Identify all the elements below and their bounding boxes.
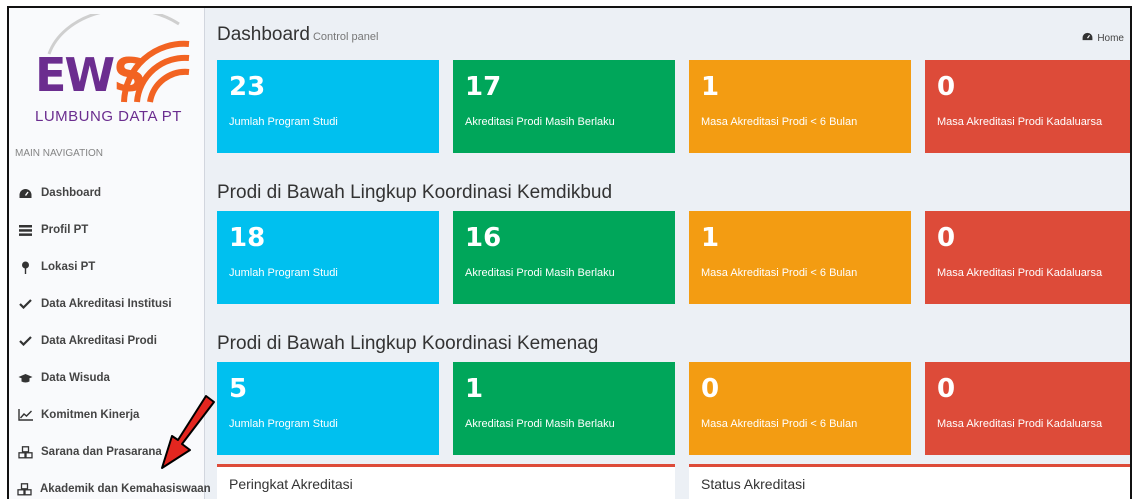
info-box-akreditasi-kadaluarsa: 0 Masa Akreditasi Prodi Kadaluarsa	[925, 211, 1130, 304]
check-icon	[17, 334, 33, 348]
sidebar-item-label: Sarana dan Prasarana	[41, 446, 162, 458]
annotation-arrow-icon	[161, 395, 215, 469]
info-box-akreditasi-berlaku: 16 Akreditasi Prodi Masih Berlaku	[453, 211, 675, 304]
main-content: Dashboard Control panel Home 23 Jumlah Pr…	[206, 8, 1130, 499]
map-marker-icon	[17, 260, 33, 274]
info-box-value: 1	[701, 223, 720, 253]
info-box-value: 1	[701, 72, 720, 102]
info-box-jumlah-program-studi: 5 Jumlah Program Studi	[217, 362, 439, 455]
info-box-value: 18	[229, 223, 266, 253]
info-box-akreditasi-berlaku: 1 Akreditasi Prodi Masih Berlaku	[453, 362, 675, 455]
info-box-akreditasi-kadaluarsa: 0 Masa Akreditasi Prodi Kadaluarsa	[925, 60, 1130, 153]
info-box-label: Masa Akreditasi Prodi < 6 Bulan	[701, 116, 858, 128]
info-box-value: 0	[937, 72, 956, 102]
info-box-label: Jumlah Program Studi	[229, 267, 338, 279]
info-box-value: 0	[937, 223, 956, 253]
sidebar-item-label: Dashboard	[41, 187, 102, 199]
list-icon	[17, 223, 33, 237]
sidebar-item-label: Data Akreditasi Institusi	[41, 298, 172, 310]
sidebar-item-dashboard[interactable]: Dashboard	[9, 176, 205, 210]
info-box-label: Masa Akreditasi Prodi Kadaluarsa	[937, 418, 1103, 430]
breadcrumb-home[interactable]: Home	[1097, 33, 1124, 44]
info-box-value: 0	[937, 374, 956, 404]
info-box-jumlah-program-studi: 18 Jumlah Program Studi	[217, 211, 439, 304]
logo-subtitle: LUMBUNG DATA PT	[35, 108, 182, 125]
section-title-kemdikbud: Prodi di Bawah Lingkup Koordinasi Kemdik…	[217, 182, 613, 203]
info-box-value: 17	[465, 72, 502, 102]
logo-text: EWS	[35, 48, 146, 102]
sidebar-item-data-akreditasi-prodi[interactable]: Data Akreditasi Prodi	[9, 324, 205, 358]
sidebar-item-label: Profil PT	[41, 224, 89, 236]
info-box-label: Jumlah Program Studi	[229, 418, 338, 430]
panel-title: Peringkat Akreditasi	[229, 476, 353, 492]
sidebar-item-label: Akademik dan Kemahasiswaan	[40, 483, 211, 495]
sidebar-item-lokasi-pt[interactable]: Lokasi PT	[9, 250, 205, 284]
sidebar-item-data-wisuda[interactable]: Data Wisuda	[9, 361, 205, 395]
page-title: Dashboard Control panel	[217, 24, 378, 46]
sidebar-item-data-akreditasi-institusi[interactable]: Data Akreditasi Institusi	[9, 287, 205, 321]
info-box-label: Masa Akreditasi Prodi Kadaluarsa	[937, 267, 1103, 279]
cubes-icon	[17, 445, 33, 459]
sidebar-item-label: Data Wisuda	[41, 372, 110, 384]
info-box-value: 0	[701, 374, 720, 404]
breadcrumb[interactable]: Home	[1082, 32, 1124, 44]
sidebar-item-label: Data Akreditasi Prodi	[41, 335, 157, 347]
sidebar-item-label: Lokasi PT	[41, 261, 96, 273]
check-icon	[17, 297, 33, 311]
sidebar-item-profil-pt[interactable]: Profil PT	[9, 213, 205, 247]
info-box-label: Akreditasi Prodi Masih Berlaku	[465, 267, 615, 279]
info-box-jumlah-program-studi: 23 Jumlah Program Studi	[217, 60, 439, 153]
info-box-value: 16	[465, 223, 502, 253]
page-subtitle: Control panel	[312, 31, 379, 43]
ews-logo[interactable]: EWS LUMBUNG DATA PT	[9, 8, 205, 138]
info-box-akreditasi-berlaku: 17 Akreditasi Prodi Masih Berlaku	[453, 60, 675, 153]
sidebar-item-akademik-dan-kemahasiswaan[interactable]: Akademik dan Kemahasiswaan	[9, 472, 211, 499]
info-box-label: Masa Akreditasi Prodi Kadaluarsa	[937, 116, 1103, 128]
info-box-value: 1	[465, 374, 484, 404]
info-box-label: Masa Akreditasi Prodi < 6 Bulan	[701, 267, 858, 279]
info-box-akreditasi-6-bulan: 1 Masa Akreditasi Prodi < 6 Bulan	[689, 60, 911, 153]
info-box-value: 23	[229, 72, 266, 102]
panel-status-akreditasi: Status Akreditasi	[689, 464, 1130, 499]
page-title-text: Dashboard	[217, 24, 310, 45]
info-box-value: 5	[229, 374, 248, 404]
cubes-icon	[17, 482, 32, 496]
panel-peringkat-akreditasi: Peringkat Akreditasi	[217, 464, 675, 499]
line-chart-icon	[17, 408, 33, 422]
info-box-akreditasi-6-bulan: 1 Masa Akreditasi Prodi < 6 Bulan	[689, 211, 911, 304]
info-box-akreditasi-kadaluarsa: 0 Masa Akreditasi Prodi Kadaluarsa	[925, 362, 1130, 455]
dashboard-icon	[1082, 32, 1093, 44]
panel-title: Status Akreditasi	[701, 476, 806, 492]
nav-header: MAIN NAVIGATION	[15, 148, 103, 159]
sidebar-item-label: Komitmen Kinerja	[41, 409, 140, 421]
section-title-kemenag: Prodi di Bawah Lingkup Koordinasi Kemena…	[217, 333, 599, 354]
info-box-label: Jumlah Program Studi	[229, 116, 338, 128]
info-box-label: Akreditasi Prodi Masih Berlaku	[465, 116, 615, 128]
info-box-label: Masa Akreditasi Prodi < 6 Bulan	[701, 418, 858, 430]
info-box-akreditasi-6-bulan: 0 Masa Akreditasi Prodi < 6 Bulan	[689, 362, 911, 455]
info-box-label: Akreditasi Prodi Masih Berlaku	[465, 418, 615, 430]
dashboard-icon	[17, 186, 33, 200]
graduation-cap-icon	[17, 371, 33, 385]
